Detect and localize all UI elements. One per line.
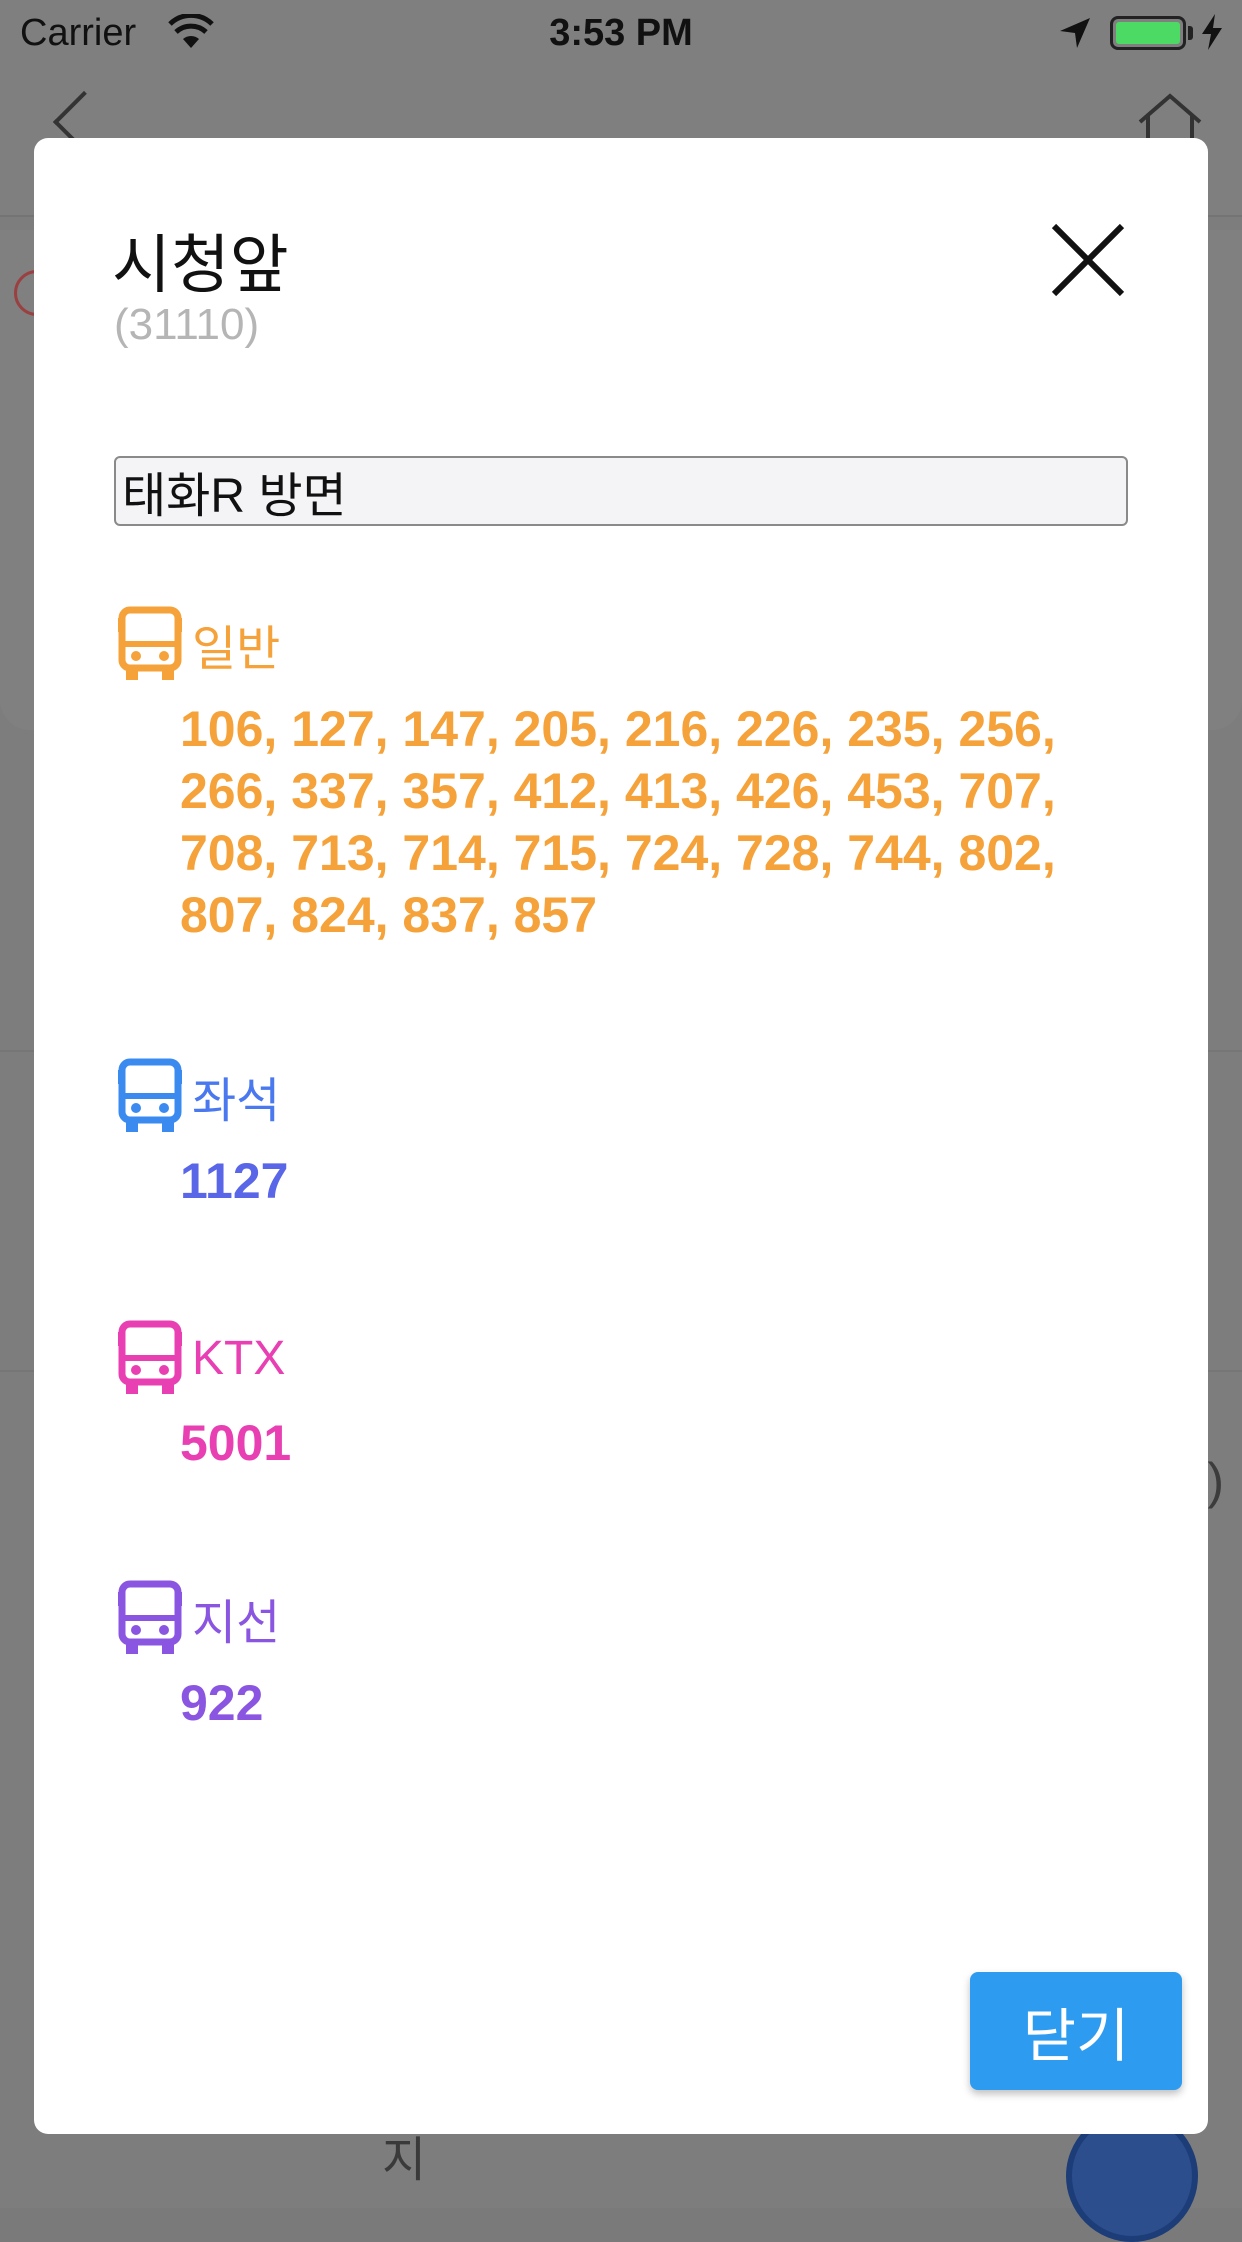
direction-field[interactable] (114, 456, 1128, 526)
route-numbers: 106, 127, 147, 205, 216, 226, 235, 256, … (180, 701, 1056, 943)
route-group-label: KTX (192, 1331, 286, 1385)
route-group-ktx: KTX 5001 (114, 1318, 1080, 1474)
stop-id-subtitle: (31110) (114, 300, 260, 349)
bus-icon (118, 1320, 182, 1394)
route-numbers: 922 (180, 1675, 264, 1731)
status-time: 3:53 PM (549, 12, 693, 54)
location-arrow-icon (1060, 18, 1090, 48)
route-group-label: 지선 (192, 1597, 281, 1650)
stop-name-title: 시청앞 (112, 229, 289, 301)
route-group-branch: 지선 922 (114, 1578, 1080, 1734)
bus-icon (118, 1580, 182, 1654)
bus-icon (118, 606, 182, 680)
close-button[interactable]: 닫기 (970, 1972, 1182, 2090)
route-numbers: 1127 (180, 1153, 289, 1209)
stop-info-dialog: 시청앞 (31110) 일반 106, 127, 147, 205, 216, … (34, 138, 1208, 2134)
battery-tip (1188, 26, 1193, 40)
battery-icon (1110, 16, 1186, 50)
bus-icon (118, 1058, 182, 1132)
route-group-label: 일반 (192, 623, 281, 676)
route-group-general: 일반 106, 127, 147, 205, 216, 226, 235, 25… (114, 604, 1080, 946)
close-icon[interactable] (1046, 218, 1130, 302)
background-text: ) (1207, 1453, 1224, 1509)
charging-bolt-icon (1202, 14, 1222, 50)
status-bar: Carrier 3:53 PM (0, 0, 1242, 66)
route-numbers: 5001 (180, 1415, 292, 1471)
route-group-seat: 좌석 1127 (114, 1056, 1080, 1212)
route-group-label: 좌석 (192, 1075, 281, 1128)
